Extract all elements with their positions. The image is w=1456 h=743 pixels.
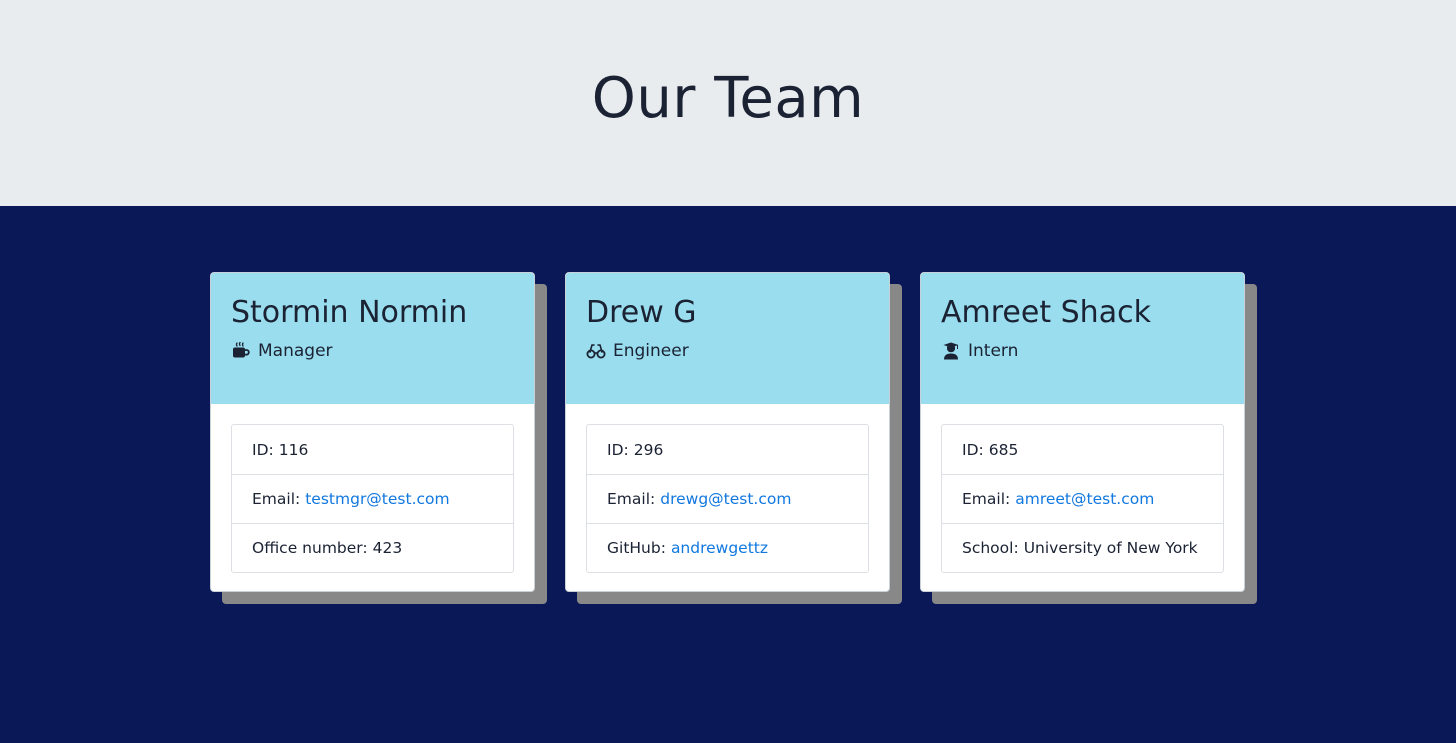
id-label: ID:: [962, 440, 984, 459]
list-item-id: ID: 685: [942, 425, 1223, 474]
team-member-card: Amreet Shack Intern ID: 685 Email: amree…: [920, 272, 1257, 604]
id-label: ID:: [252, 440, 274, 459]
member-name: Stormin Normin: [231, 295, 468, 330]
card-body: ID: 296 Email: drewg@test.com GitHub: an…: [566, 404, 889, 591]
card-header: Drew G Engineer: [566, 273, 889, 404]
list-item-email: Email: amreet@test.com: [942, 474, 1223, 523]
card-header: Amreet Shack Intern: [921, 273, 1244, 404]
id-value: 685: [988, 440, 1019, 459]
info-list: ID: 685 Email: amreet@test.com School: U…: [941, 424, 1224, 573]
role-label: Engineer: [613, 341, 689, 361]
info-list: ID: 116 Email: testmgr@test.com Office n…: [231, 424, 514, 573]
member-role: Engineer: [586, 341, 869, 361]
list-item-email: Email: testmgr@test.com: [232, 474, 513, 523]
card-body: ID: 116 Email: testmgr@test.com Office n…: [211, 404, 534, 591]
office-number-value: 423: [372, 539, 403, 557]
email-label: Email:: [252, 490, 301, 508]
list-item-github: GitHub: andrewgettz: [587, 523, 868, 572]
card-body: ID: 685 Email: amreet@test.com School: U…: [921, 404, 1244, 591]
list-item-email: Email: drewg@test.com: [587, 474, 868, 523]
list-item-id: ID: 116: [232, 425, 513, 474]
role-label: Intern: [968, 341, 1019, 361]
email-label: Email:: [962, 490, 1011, 508]
team-member-card: Drew G Engineer ID: 296 Email: drewg@tes…: [565, 272, 902, 604]
card: Drew G Engineer ID: 296 Email: drewg@tes…: [565, 272, 890, 592]
member-name: Amreet Shack: [941, 295, 1151, 330]
email-label: Email:: [607, 490, 656, 508]
school-value: University of New York: [1023, 539, 1198, 557]
info-list: ID: 296 Email: drewg@test.com GitHub: an…: [586, 424, 869, 573]
team-member-card: Stormin Normin Manager ID: 116 Email: te…: [210, 272, 547, 604]
email-link[interactable]: drewg@test.com: [660, 490, 791, 508]
page-title: Our Team: [591, 65, 865, 131]
card: Amreet Shack Intern ID: 685 Email: amree…: [920, 272, 1245, 592]
school-label: School:: [962, 539, 1019, 557]
card-header: Stormin Normin Manager: [211, 273, 534, 404]
glasses-icon: [586, 341, 606, 361]
list-item-school: School: University of New York: [942, 523, 1223, 572]
list-item-office-number: Office number: 423: [232, 523, 513, 572]
team-cards: Stormin Normin Manager ID: 116 Email: te…: [0, 206, 1456, 743]
id-label: ID:: [607, 440, 629, 459]
graduate-icon: [941, 341, 961, 361]
list-item-id: ID: 296: [587, 425, 868, 474]
id-value: 116: [278, 440, 309, 459]
member-name: Drew G: [586, 295, 697, 330]
card: Stormin Normin Manager ID: 116 Email: te…: [210, 272, 535, 592]
member-role: Intern: [941, 341, 1224, 361]
github-label: GitHub:: [607, 539, 666, 557]
id-value: 296: [633, 440, 664, 459]
email-link[interactable]: testmgr@test.com: [305, 490, 449, 508]
member-role: Manager: [231, 341, 514, 361]
coffee-mug-icon: [231, 341, 251, 361]
office-number-label: Office number:: [252, 539, 368, 557]
role-label: Manager: [258, 341, 333, 361]
github-link[interactable]: andrewgettz: [671, 539, 768, 557]
email-link[interactable]: amreet@test.com: [1015, 490, 1154, 508]
page-header: Our Team: [0, 0, 1456, 206]
